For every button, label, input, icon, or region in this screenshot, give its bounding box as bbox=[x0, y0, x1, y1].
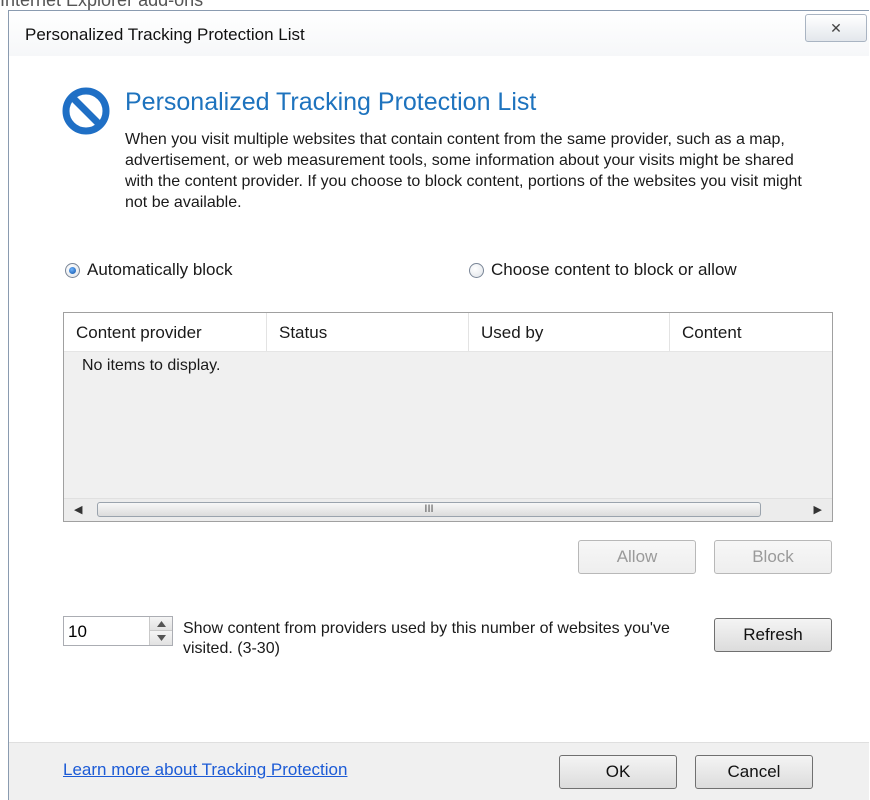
learn-more-link[interactable]: Learn more about Tracking Protection bbox=[63, 760, 347, 780]
column-header-content[interactable]: Content bbox=[670, 313, 832, 351]
list-header: Content provider Status Used by Content bbox=[64, 313, 832, 352]
column-header-status[interactable]: Status bbox=[267, 313, 469, 351]
radio-label-choose-content: Choose content to block or allow bbox=[491, 260, 737, 279]
dialog-content: Personalized Tracking Protection List Wh… bbox=[9, 56, 869, 742]
title-bar: Personalized Tracking Protection List ✕ bbox=[9, 11, 869, 56]
ok-button[interactable]: OK bbox=[559, 755, 677, 789]
horizontal-scrollbar[interactable]: ◀ III ▶ bbox=[64, 498, 832, 521]
column-header-content-provider[interactable]: Content provider bbox=[64, 313, 267, 351]
radio-label-automatically-block: Automatically block bbox=[87, 260, 233, 279]
radio-button-unchecked[interactable] bbox=[469, 262, 484, 278]
allow-button[interactable]: Allow bbox=[578, 540, 696, 574]
grip-icon: III bbox=[424, 503, 434, 515]
stepper-up-button[interactable] bbox=[150, 617, 172, 631]
radio-automatically-block[interactable]: Automatically block bbox=[65, 260, 233, 280]
cancel-button[interactable]: Cancel bbox=[695, 755, 813, 789]
stepper-label: Show content from providers used by this… bbox=[183, 620, 670, 657]
block-button[interactable]: Block bbox=[714, 540, 832, 574]
scroll-left-icon[interactable]: ◀ bbox=[74, 503, 82, 516]
dialog-window: Personalized Tracking Protection List ✕ … bbox=[8, 10, 869, 800]
dialog-footer: Learn more about Tracking Protection OK … bbox=[9, 742, 869, 800]
window-title: Personalized Tracking Protection List bbox=[25, 25, 305, 44]
column-header-used-by[interactable]: Used by bbox=[469, 313, 670, 351]
radio-choose-content[interactable]: Choose content to block or allow bbox=[469, 260, 737, 280]
website-count-input[interactable] bbox=[64, 617, 150, 647]
stepper-down-button[interactable] bbox=[150, 631, 172, 645]
chevron-up-icon bbox=[156, 620, 166, 627]
chevron-down-icon bbox=[156, 635, 166, 641]
block-circle-icon bbox=[62, 87, 110, 135]
content-provider-list[interactable]: Content provider Status Used by Content … bbox=[63, 312, 833, 522]
list-empty-message: No items to display. bbox=[82, 357, 221, 374]
page-title: Personalized Tracking Protection List bbox=[125, 88, 537, 116]
stepper-buttons bbox=[149, 617, 172, 645]
refresh-button[interactable]: Refresh bbox=[714, 618, 832, 652]
radio-button-checked[interactable] bbox=[65, 262, 80, 278]
close-icon: ✕ bbox=[830, 19, 842, 36]
scroll-right-icon[interactable]: ▶ bbox=[814, 503, 822, 516]
website-count-stepper[interactable] bbox=[63, 616, 173, 647]
scrollbar-thumb[interactable]: III bbox=[97, 502, 761, 517]
description-text: When you visit multiple websites that co… bbox=[125, 131, 802, 211]
close-button[interactable]: ✕ bbox=[805, 14, 867, 42]
